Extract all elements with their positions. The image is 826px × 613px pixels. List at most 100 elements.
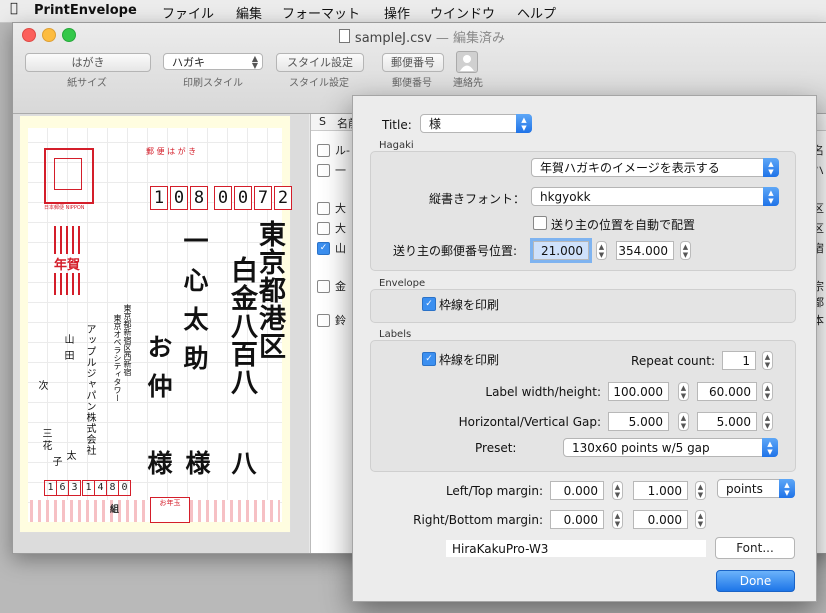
contacts-button[interactable] [456,51,478,73]
row-checkbox[interactable] [317,144,330,157]
column-header-s[interactable]: S [319,115,326,128]
sender-zip-y-field[interactable]: 354.000 [616,241,674,260]
font-button[interactable]: Font... [715,537,795,559]
bottom-margin-stepper[interactable]: ▲ ▼ [695,510,706,529]
envelope-border-label: 枠線を印刷 [439,298,500,312]
title-popup[interactable]: 様 ▲ ▼ [420,114,532,133]
print-style-label: 印刷スタイル [183,78,243,89]
style-settings-label: スタイル設定 [289,78,349,89]
popup-arrows-icon: ▲ ▼ [779,479,795,498]
vertical-font-label: 縦書きフォント： [428,192,525,206]
left-top-margin-label: Left/Top margin: [445,484,543,498]
window-title: sampleJ.csv — 編集済み [13,27,826,46]
vertical-font-popup[interactable]: hkgyokk ▲ ▼ [531,187,779,206]
envelope-section-title: Envelope [379,278,426,289]
unit-popup[interactable]: points ▲ ▼ [717,479,795,498]
recipient-name-2: お仲 [144,334,173,412]
sender-tower: 東京オペラシティタワー [113,314,122,402]
sender-zip-x-field[interactable]: 21.000 [533,241,589,260]
gap-horizontal-field[interactable]: 5.000 [608,412,669,431]
person-icon [460,55,474,71]
right-margin-stepper[interactable]: ▲ ▼ [612,510,623,529]
style-settings-button[interactable]: スタイル設定 [276,53,364,72]
gap-vertical-stepper[interactable]: ▲ ▼ [762,412,773,431]
label-height-field[interactable]: 60.000 [697,382,757,401]
left-margin-field[interactable]: 0.000 [550,481,604,500]
menu-operation[interactable]: 操作 [384,3,410,22]
label-width-field[interactable]: 100.000 [608,382,669,401]
row-name: 大 [335,222,346,235]
labels-border-label: 枠線を印刷 [439,353,500,367]
menu-app-name[interactable]: PrintEnvelope [34,3,137,18]
labels-border-checkbox[interactable]: ✓ [422,352,436,366]
sender-address: 東京都新宿区西新宿 [123,304,132,376]
print-style-popup[interactable]: ハガキ ▲ ▼ [163,53,263,70]
sender-name-5: 子 [50,456,61,466]
done-button[interactable]: Done [716,570,795,592]
row-checkbox[interactable] [317,222,330,235]
hagaki-image-popup[interactable]: 年賀ハガキのイメージを表示する ▲ ▼ [531,158,779,177]
label-height-stepper[interactable]: ▲ ▼ [762,382,773,401]
otoshidama-text: お年玉 [159,499,181,507]
menu-edit[interactable]: 編集 [236,3,262,22]
row-name: 金 [335,280,346,293]
envelope-border-checkbox[interactable]: ✓ [422,297,436,311]
auto-sender-label: 送り主の位置を自動で配置 [551,218,696,232]
hagaki-image-value: 年賀ハガキのイメージを表示する [540,161,720,175]
otoshidama-box: お年玉 [150,497,190,523]
row-name: 大 [335,202,346,215]
label-width-stepper[interactable]: ▲ ▼ [678,382,689,401]
paper-size-label: 紙サイズ [67,78,107,89]
row-checkbox-checked[interactable]: ✓ [317,242,330,255]
row-name: ル- [335,144,350,157]
repeat-count-stepper[interactable]: ▲ ▼ [762,351,773,370]
menu-format[interactable]: フォーマット [282,3,360,22]
row-name: 鈴 [335,314,346,327]
honorific-1: 様 [182,450,211,475]
top-margin-stepper[interactable]: ▲ ▼ [695,481,706,500]
postcard-preview: 日本郵便 NIPPON 郵 便 は が き 1 0 8 0 0 7 2 年賀 東… [19,115,292,533]
style-settings-dialog: Title: 様 ▲ ▼ Hagaki 年賀ハガキのイメージを表示する ▲ ▼ 縦書… [352,95,817,602]
repeat-count-field[interactable]: 1 [722,351,756,370]
nippon-mark: 日本郵便 NIPPON [44,205,85,211]
sender-name-3: 次 [36,380,47,390]
bottom-margin-field[interactable]: 0.000 [633,510,688,529]
sender-name-2: 太 [64,450,75,460]
sender-zip-position-label: 送り主の郵便番号位置: [393,244,518,258]
sender-zip-x-stepper[interactable]: ▲ ▼ [596,241,607,260]
gap-vertical-field[interactable]: 5.000 [697,412,757,431]
honorific-2: 様 [144,450,173,475]
row-checkbox[interactable] [317,202,330,215]
postcard-header: 郵 便 は が き [146,147,197,156]
gap-horizontal-stepper[interactable]: ▲ ▼ [678,412,689,431]
row-checkbox[interactable] [317,314,330,327]
title-value: 様 [429,117,442,131]
preset-popup[interactable]: 130x60 points w/5 gap ▲ ▼ [563,438,778,457]
menu-window[interactable]: ウインドウ [430,3,495,22]
new-year-text: 年賀 [54,258,81,273]
menu-help[interactable]: ヘルプ [517,3,556,22]
top-margin-field[interactable]: 1.000 [633,481,688,500]
right-margin-field[interactable]: 0.000 [550,510,604,529]
sender-name-4: 三花 [40,428,51,452]
zip-digit: 7 [254,186,272,210]
paper-size-popup[interactable]: はがき [25,53,151,72]
zip-digit: 1 [150,186,168,210]
popup-arrows-icon: ▲ ▼ [762,438,778,457]
unit-value: points [726,482,763,496]
preset-label: Preset: [475,441,517,455]
labels-section-title: Labels [379,329,412,340]
contacts-label: 連絡先 [453,78,483,89]
menu-file[interactable]: ファイル [162,3,214,22]
apple-menu-icon[interactable]:  [10,1,18,16]
auto-sender-checkbox[interactable] [533,216,547,230]
repeat-count-label: Repeat count: [631,354,715,368]
recipient-address-line3: 八 [228,450,257,475]
left-margin-stepper[interactable]: ▲ ▼ [612,481,623,500]
zip-digit: 0 [214,186,232,210]
sender-zip-y-stepper[interactable]: ▲ ▼ [680,241,691,260]
row-checkbox[interactable] [317,164,330,177]
row-checkbox[interactable] [317,280,330,293]
postal-code-button[interactable]: 郵便番号 [382,53,444,72]
popup-arrows-icon: ▲ ▼ [763,187,779,206]
